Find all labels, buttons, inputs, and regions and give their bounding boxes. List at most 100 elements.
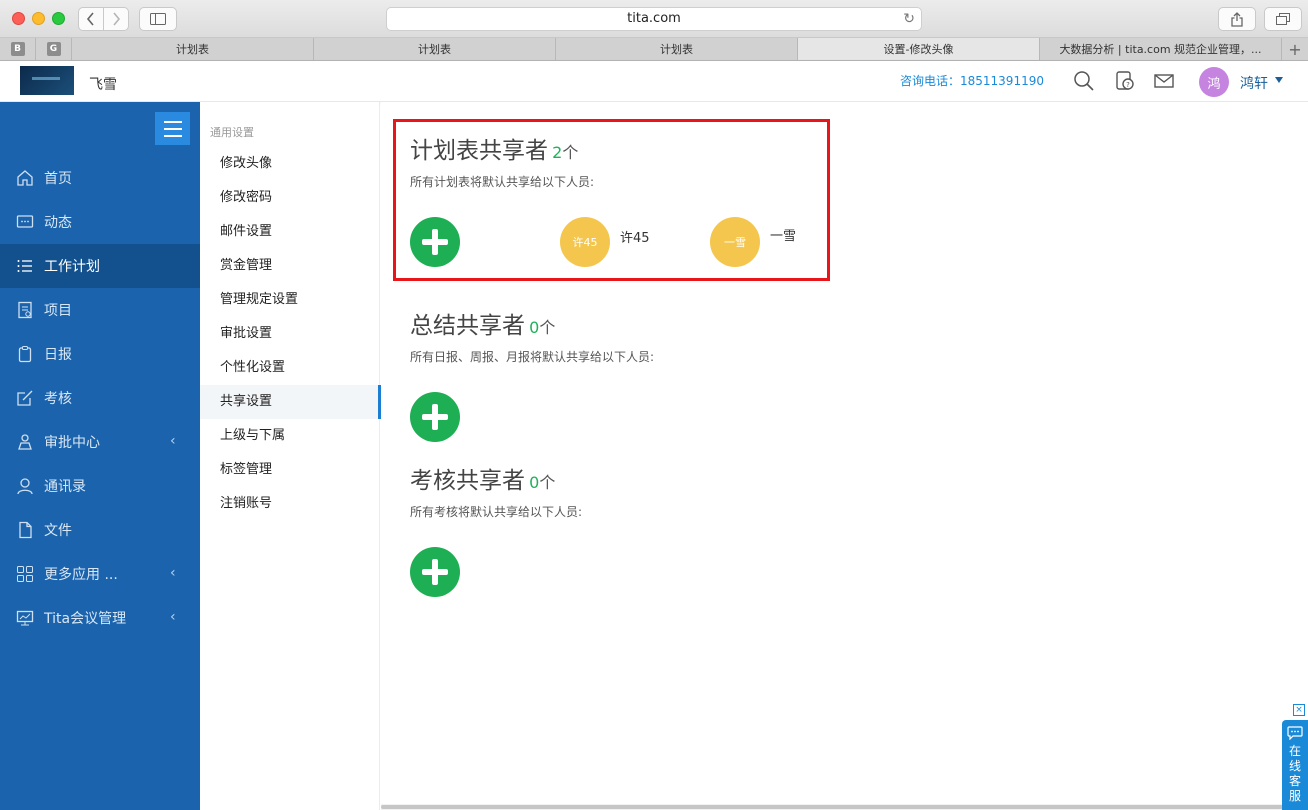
avatar: 一雪 [710, 217, 760, 267]
user-name[interactable]: 鸿轩 [1240, 73, 1268, 93]
settings-item-deactivate[interactable]: 注销账号 [200, 487, 380, 521]
sidebar-item-files[interactable]: 文件 [0, 508, 200, 552]
section-title: 考核共享者 [410, 468, 525, 494]
maximize-window-button[interactable] [52, 12, 65, 25]
add-summary-sharer-button[interactable] [410, 392, 460, 442]
settings-nav: 通用设置 修改头像 修改密码 邮件设置 赏金管理 管理规定设置 审批设置 个性化… [200, 102, 381, 810]
svg-text:?: ? [1126, 81, 1130, 89]
list-icon [15, 256, 35, 276]
mail-icon[interactable] [1153, 70, 1175, 92]
settings-item-approval[interactable]: 审批设置 [200, 317, 380, 351]
plan-sharers-section: 计划表共享者 2个 所有计划表将默认共享给以下人员: [410, 131, 594, 190]
reload-icon[interactable]: ↻ [903, 8, 915, 30]
tab-label: 设置-修改头像 [883, 43, 954, 56]
count-unit: 个 [562, 143, 579, 162]
sidebar-item-contacts[interactable]: 通讯录 [0, 464, 200, 508]
settings-item-sharing[interactable]: 共享设置 [200, 385, 381, 419]
sharer-member[interactable]: 一雪 一雪 [710, 217, 796, 267]
member-name: 一雪 [770, 229, 797, 244]
sidebar-item-approval[interactable]: 审批中心 ‹ [0, 420, 200, 464]
sharer-count: 0个 [529, 473, 555, 492]
chevron-right-icon [113, 12, 121, 26]
count-unit: 个 [539, 318, 556, 337]
sharer-count: 0个 [529, 318, 555, 337]
address-bar[interactable]: tita.com ↻ [386, 7, 922, 31]
share-button[interactable] [1218, 7, 1256, 31]
main-sidebar: 首页 动态 工作计划 项目 日报 考核 审批中心 ‹ 通讯录 文件 更多应用 .… [0, 102, 200, 810]
chevron-left-icon: ‹ [170, 609, 176, 625]
sidebar-item-assessment[interactable]: 考核 [0, 376, 200, 420]
sidebar-item-label: 工作计划 [44, 259, 100, 275]
sidebar-item-project[interactable]: 项目 [0, 288, 200, 332]
tabs-icon [1276, 13, 1290, 25]
pinned-tab[interactable]: B [0, 38, 36, 60]
tab-overview-button[interactable] [1264, 7, 1302, 31]
sidebar-toggle-button[interactable] [139, 7, 177, 31]
settings-item-bounty[interactable]: 赏金管理 [200, 249, 380, 283]
sidebar-item-label: 审批中心 [44, 435, 100, 451]
settings-item-password[interactable]: 修改密码 [200, 181, 380, 215]
settings-item-email[interactable]: 邮件设置 [200, 215, 380, 249]
pinned-tab[interactable]: G [36, 38, 72, 60]
avatar[interactable]: 鸿 [1199, 67, 1229, 97]
new-tab-button[interactable]: + [1282, 38, 1308, 60]
settings-item-hierarchy[interactable]: 上级与下属 [200, 419, 380, 453]
settings-item-personalize[interactable]: 个性化设置 [200, 351, 380, 385]
home-icon [15, 168, 35, 188]
chevron-left-icon [86, 12, 94, 26]
sidebar-item-meetings[interactable]: Tita会议管理 ‹ [0, 596, 200, 640]
sidebar-item-label: 考核 [44, 391, 72, 407]
pinned-tab-label: G [46, 42, 61, 56]
settings-item-tags[interactable]: 标签管理 [200, 453, 380, 487]
sidebar-item-label: Tita会议管理 [44, 611, 127, 627]
sidebar-nav: 首页 动态 工作计划 项目 日报 考核 审批中心 ‹ 通讯录 文件 更多应用 .… [0, 156, 200, 640]
sidebar-item-work-plan[interactable]: 工作计划 [0, 244, 200, 288]
sidebar-item-feed[interactable]: 动态 [0, 200, 200, 244]
chat-bubble-icon [1287, 726, 1303, 740]
minimize-window-button[interactable] [32, 12, 45, 25]
back-button[interactable] [78, 7, 104, 31]
search-icon[interactable] [1073, 70, 1095, 92]
chevron-down-icon[interactable] [1275, 77, 1283, 83]
company-logo[interactable] [20, 66, 74, 95]
add-plan-sharer-button[interactable] [410, 217, 460, 267]
close-icon[interactable]: × [1293, 704, 1305, 716]
settings-item-avatar[interactable]: 修改头像 [200, 147, 380, 181]
count-number: 2 [552, 143, 563, 162]
sharer-member[interactable]: 许45 许45 [560, 217, 650, 267]
add-assessment-sharer-button[interactable] [410, 547, 460, 597]
help-icon[interactable]: ? [1114, 70, 1136, 92]
tab-label: 计划表 [660, 43, 693, 56]
pinned-tab-label: B [10, 42, 25, 56]
sidebar-item-label: 日报 [44, 347, 72, 363]
browser-tab-active[interactable]: 设置-修改头像 [798, 38, 1040, 60]
summary-sharers-section: 总结共享者 0个 所有日报、周报、月报将默认共享给以下人员: [410, 306, 654, 365]
edit-icon [15, 388, 35, 408]
browser-tab[interactable]: 大数据分析 | tita.com 规范企业管理，... [1040, 38, 1282, 60]
section-title: 总结共享者 [410, 313, 525, 339]
sidebar-item-more-apps[interactable]: 更多应用 ... ‹ [0, 552, 200, 596]
browser-tab[interactable]: 计划表 [556, 38, 798, 60]
sidebar-item-label: 动态 [44, 215, 72, 231]
close-window-button[interactable] [12, 12, 25, 25]
online-service-button[interactable]: 在线客服 [1282, 720, 1308, 810]
sidebar-item-daily-report[interactable]: 日报 [0, 332, 200, 376]
file-icon [15, 520, 35, 540]
menu-toggle-button[interactable] [155, 112, 190, 145]
browser-toolbar: tita.com ↻ [0, 0, 1308, 38]
section-description: 所有日报、周报、月报将默认共享给以下人员: [410, 350, 655, 364]
sidebar-icon [150, 13, 166, 25]
browser-tab[interactable]: 计划表 [72, 38, 314, 60]
section-description: 所有考核将默认共享给以下人员: [410, 505, 583, 519]
count-number: 0 [529, 318, 540, 337]
settings-item-rules[interactable]: 管理规定设置 [200, 283, 380, 317]
meeting-icon [15, 608, 35, 628]
sidebar-item-label: 文件 [44, 523, 72, 539]
horizontal-scrollbar[interactable] [381, 804, 1308, 810]
sidebar-item-home[interactable]: 首页 [0, 156, 200, 200]
chat-icon [15, 212, 35, 232]
online-service-label: 在线客服 [1289, 744, 1302, 803]
forward-button[interactable] [103, 7, 129, 31]
person-icon [15, 476, 35, 496]
browser-tab[interactable]: 计划表 [314, 38, 556, 60]
